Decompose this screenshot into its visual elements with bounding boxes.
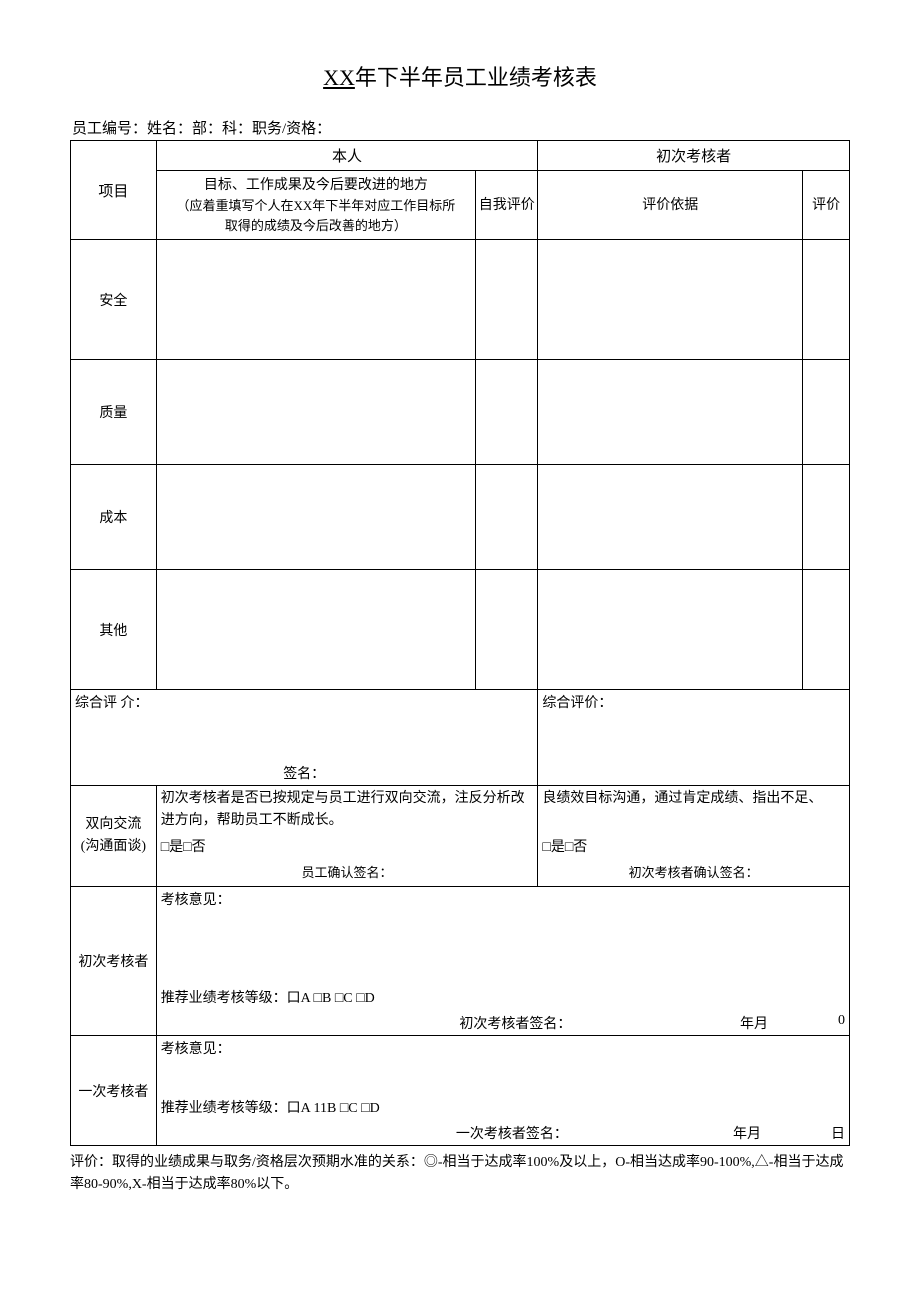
dialogue-right-sign: 初次考核者确认签名：: [538, 861, 850, 886]
title-rest: 年下半年员工业绩考核表: [355, 65, 597, 90]
evaluator2-opinion: 考核意见：: [161, 1038, 845, 1058]
summary-right-label: 综合评价：: [542, 692, 845, 712]
evaluator1-signline: 初次考核者签名： 年月 0: [156, 1011, 849, 1036]
evaluator1-body[interactable]: 考核意见： 推荐业绩考核等级：口A □B □C □D: [156, 886, 849, 1011]
cell-quality-goal[interactable]: [156, 360, 475, 465]
hdr-first-eval: 初次考核者: [538, 141, 850, 171]
cell-safety-goal[interactable]: [156, 240, 475, 360]
evaluator2-tail: 日: [831, 1123, 845, 1143]
dialogue-label-2: (沟通面谈): [71, 836, 156, 858]
hdr-goal-line1: 目标、工作成果及今后要改进的地方: [159, 175, 473, 196]
cell-cost-eval[interactable]: [803, 465, 850, 570]
cell-quality-eval[interactable]: [803, 360, 850, 465]
cell-other-selfeval[interactable]: [476, 570, 538, 690]
summary-right[interactable]: 综合评价：: [538, 690, 850, 786]
hdr-eval-basis: 评价依据: [538, 171, 803, 240]
dialogue-left-text: 初次考核者是否已按规定与员工进行双向交流，注反分析改进方向，帮助员工不断成长。: [156, 786, 538, 835]
hdr-self: 本人: [156, 141, 538, 171]
cell-quality-selfeval[interactable]: [476, 360, 538, 465]
hdr-goal-line2: （应着重填写个人在XX年下半年对应工作目标所: [159, 196, 473, 216]
page-title: XX年下半年员工业绩考核表: [70, 60, 850, 92]
cell-cost-selfeval[interactable]: [476, 465, 538, 570]
evaluator2-date: 年月: [733, 1123, 761, 1143]
cell-safety-basis[interactable]: [538, 240, 803, 360]
footnote: 评价：取得的业绩成果与取务/资格层次预期水准的关系：◎-相当于达成率100%及以…: [70, 1152, 850, 1195]
cell-safety-selfeval[interactable]: [476, 240, 538, 360]
row-item-safety: 安全: [71, 240, 157, 360]
evaluator2-body[interactable]: 考核意见： 推荐业绩考核等级：口A 11B □C □D: [156, 1036, 849, 1121]
title-prefix: XX: [323, 65, 355, 90]
summary-left-label: 综合评 介：: [75, 692, 533, 712]
cell-safety-eval[interactable]: [803, 240, 850, 360]
row-item-cost: 成本: [71, 465, 157, 570]
cell-other-goal[interactable]: [156, 570, 475, 690]
row-item-other: 其他: [71, 570, 157, 690]
evaluator2-label: 一次考核者: [71, 1036, 157, 1146]
cell-cost-basis[interactable]: [538, 465, 803, 570]
evaluator1-date: 年月: [740, 1013, 768, 1033]
hdr-eval: 评价: [803, 171, 850, 240]
dialogue-right-yesno[interactable]: □是□否: [538, 835, 850, 861]
dialogue-right-text: 良绩效目标沟通，通过肯定成绩、指出不足、: [538, 786, 850, 835]
evaluator1-sign: 初次考核者签名：: [161, 1013, 670, 1033]
cell-other-basis[interactable]: [538, 570, 803, 690]
evaluator2-levels[interactable]: 推荐业绩考核等级：口A 11B □C □D: [161, 1097, 380, 1117]
row-item-quality: 质量: [71, 360, 157, 465]
cell-quality-basis[interactable]: [538, 360, 803, 465]
evaluation-table: 项目 本人 初次考核者 目标、工作成果及今后要改进的地方 （应着重填写个人在XX…: [70, 140, 850, 1146]
evaluator1-label: 初次考核者: [71, 886, 157, 1036]
hdr-goal: 目标、工作成果及今后要改进的地方 （应着重填写个人在XX年下半年对应工作目标所 …: [156, 171, 475, 240]
evaluator2-label-t: 一次考核者: [78, 1085, 148, 1100]
summary-left-sign: 签名：: [71, 763, 537, 783]
dialogue-label-cell: 双向交流 (沟通面谈): [71, 786, 157, 887]
cell-cost-goal[interactable]: [156, 465, 475, 570]
evaluator1-tail: 0: [838, 1013, 845, 1033]
cell-other-eval[interactable]: [803, 570, 850, 690]
hdr-goal-line3: 取得的成绩及今后改善的地方）: [159, 216, 473, 236]
hdr-item: 项目: [71, 141, 157, 240]
evaluator2-sign: 一次考核者签名：: [161, 1123, 663, 1143]
evaluator2-signline: 一次考核者签名： 年月 日: [156, 1121, 849, 1146]
dialogue-label-1: 双向交流: [71, 814, 156, 836]
summary-left[interactable]: 综合评 介： 签名：: [71, 690, 538, 786]
evaluator1-opinion: 考核意见：: [161, 889, 845, 909]
dialogue-left-yesno[interactable]: □是□否: [156, 835, 538, 861]
meta-line: 员工编号：姓名：部：科：职务/资格：: [70, 117, 850, 138]
dialogue-left-sign: 员工确认签名：: [156, 861, 538, 886]
evaluator1-levels[interactable]: 推荐业绩考核等级：口A □B □C □D: [161, 987, 375, 1007]
hdr-self-eval: 自我评价: [476, 171, 538, 240]
